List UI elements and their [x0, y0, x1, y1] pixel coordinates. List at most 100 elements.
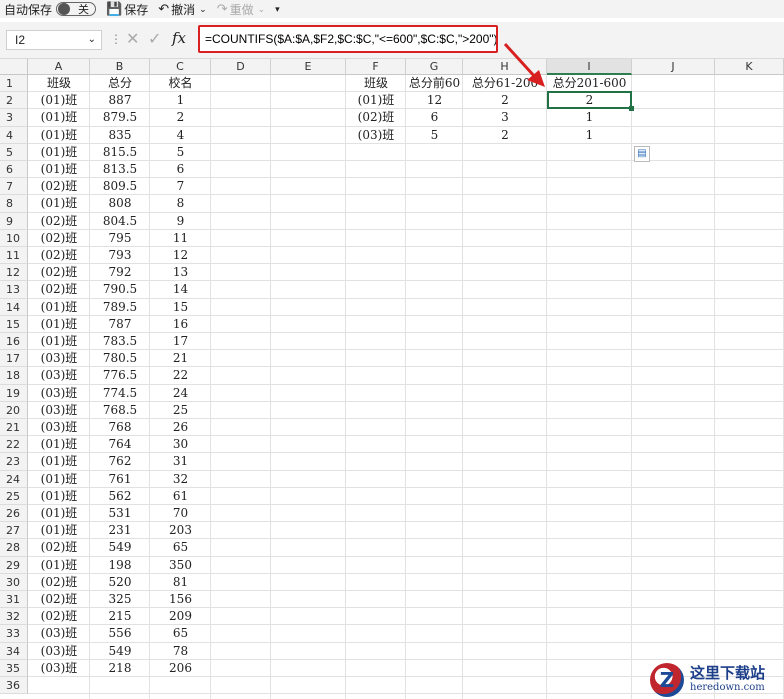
- data-cell[interactable]: 24: [150, 385, 211, 402]
- cancel-icon[interactable]: ✕: [126, 29, 139, 49]
- header-cell[interactable]: 总分: [90, 75, 150, 92]
- select-all-corner[interactable]: [0, 59, 28, 75]
- data-cell[interactable]: 31: [150, 453, 211, 470]
- data-cell[interactable]: 231: [90, 522, 150, 539]
- column-header-a[interactable]: A: [28, 59, 90, 75]
- row-header-32[interactable]: 32: [0, 608, 28, 626]
- data-cell[interactable]: 78: [150, 643, 211, 660]
- customize-toolbar-icon[interactable]: ▾: [275, 4, 280, 15]
- data-cell[interactable]: 16: [150, 316, 211, 333]
- summary-cell[interactable]: 3: [463, 109, 547, 126]
- formula-input[interactable]: =COUNTIFS($A:$A,$F2,$C:$C,"<=600",$C:$C,…: [198, 25, 498, 53]
- summary-cell[interactable]: 1: [547, 109, 632, 126]
- data-cell[interactable]: 2: [150, 109, 211, 126]
- data-cell[interactable]: 762: [90, 453, 150, 470]
- data-cell[interactable]: (01)班: [28, 488, 90, 505]
- data-cell[interactable]: 209: [150, 608, 211, 625]
- data-cell[interactable]: 203: [150, 522, 211, 539]
- summary-cell[interactable]: (02)班: [346, 109, 406, 126]
- data-cell[interactable]: (01)班: [28, 453, 90, 470]
- row-header-10[interactable]: 10: [0, 229, 28, 247]
- redo-icon[interactable]: ↷: [217, 1, 228, 17]
- data-cell[interactable]: 549: [90, 643, 150, 660]
- data-cell[interactable]: 761: [90, 471, 150, 488]
- header-cell[interactable]: 总分前60: [406, 75, 463, 92]
- more-options-icon[interactable]: ⋮: [110, 32, 122, 46]
- data-cell[interactable]: 17: [150, 333, 211, 350]
- data-cell[interactable]: 81: [150, 574, 211, 591]
- row-header-13[interactable]: 13: [0, 281, 28, 299]
- data-cell[interactable]: 764: [90, 436, 150, 453]
- row-header-31[interactable]: 31: [0, 591, 28, 609]
- redo-dropdown-icon[interactable]: ⌄: [258, 4, 266, 15]
- data-cell[interactable]: (02)班: [28, 539, 90, 556]
- row-header-14[interactable]: 14: [0, 298, 28, 316]
- row-header-3[interactable]: 3: [0, 109, 28, 127]
- row-header-1[interactable]: 1: [0, 75, 28, 93]
- data-cell[interactable]: (01)班: [28, 436, 90, 453]
- data-cell[interactable]: 549: [90, 539, 150, 556]
- data-cell[interactable]: 350: [150, 557, 211, 574]
- summary-cell[interactable]: 5: [406, 127, 463, 144]
- data-cell[interactable]: 789.5: [90, 299, 150, 316]
- chevron-down-icon[interactable]: ⌄: [88, 31, 96, 49]
- data-cell[interactable]: 70: [150, 505, 211, 522]
- undo-icon[interactable]: ↶: [158, 1, 169, 17]
- data-cell[interactable]: 206: [150, 660, 211, 677]
- row-header-18[interactable]: 18: [0, 367, 28, 385]
- data-cell[interactable]: (03)班: [28, 367, 90, 384]
- data-cell[interactable]: 795: [90, 230, 150, 247]
- data-cell[interactable]: 9: [150, 213, 211, 230]
- data-cell[interactable]: (01)班: [28, 92, 90, 109]
- data-cell[interactable]: 768: [90, 419, 150, 436]
- data-cell[interactable]: (01)班: [28, 522, 90, 539]
- data-cell[interactable]: 813.5: [90, 161, 150, 178]
- data-cell[interactable]: 198: [90, 557, 150, 574]
- row-header-35[interactable]: 35: [0, 659, 28, 677]
- row-header-34[interactable]: 34: [0, 642, 28, 660]
- data-cell[interactable]: 7: [150, 178, 211, 195]
- summary-cell[interactable]: 12: [406, 92, 463, 109]
- data-cell[interactable]: (01)班: [28, 471, 90, 488]
- data-cell[interactable]: 30: [150, 436, 211, 453]
- row-header-26[interactable]: 26: [0, 505, 28, 523]
- column-header-d[interactable]: D: [211, 59, 271, 75]
- row-header-9[interactable]: 9: [0, 212, 28, 230]
- data-cell[interactable]: 26: [150, 419, 211, 436]
- header-cell[interactable]: 班级: [346, 75, 406, 92]
- data-cell[interactable]: 783.5: [90, 333, 150, 350]
- data-cell[interactable]: 835: [90, 127, 150, 144]
- save-icon[interactable]: 💾: [106, 1, 122, 17]
- column-header-b[interactable]: B: [90, 59, 150, 75]
- paste-options-icon[interactable]: ▤: [634, 146, 650, 162]
- data-cell[interactable]: (01)班: [28, 109, 90, 126]
- data-cell[interactable]: (01)班: [28, 557, 90, 574]
- header-cell[interactable]: 总分201-600: [547, 75, 632, 92]
- data-cell[interactable]: (02)班: [28, 178, 90, 195]
- data-cell[interactable]: (03)班: [28, 385, 90, 402]
- data-cell[interactable]: 13: [150, 264, 211, 281]
- data-cell[interactable]: 22: [150, 367, 211, 384]
- autosave-toggle[interactable]: 关: [56, 2, 97, 16]
- data-cell[interactable]: 1: [150, 92, 211, 109]
- row-header-22[interactable]: 22: [0, 436, 28, 454]
- summary-cell[interactable]: 2: [463, 127, 547, 144]
- data-cell[interactable]: (03)班: [28, 350, 90, 367]
- row-header-28[interactable]: 28: [0, 539, 28, 557]
- data-cell[interactable]: (02)班: [28, 608, 90, 625]
- row-header-21[interactable]: 21: [0, 419, 28, 437]
- data-cell[interactable]: 774.5: [90, 385, 150, 402]
- undo-button[interactable]: 撤消: [171, 1, 195, 18]
- data-cell[interactable]: 15: [150, 299, 211, 316]
- column-header-j[interactable]: J: [632, 59, 715, 75]
- header-cell[interactable]: 总分61-200: [463, 75, 547, 92]
- data-cell[interactable]: 808: [90, 195, 150, 212]
- data-cell[interactable]: (01)班: [28, 161, 90, 178]
- row-header-33[interactable]: 33: [0, 625, 28, 643]
- row-header-30[interactable]: 30: [0, 573, 28, 591]
- data-cell[interactable]: (01)班: [28, 299, 90, 316]
- row-header-15[interactable]: 15: [0, 315, 28, 333]
- data-cell[interactable]: 776.5: [90, 367, 150, 384]
- data-cell[interactable]: 14: [150, 281, 211, 298]
- redo-button[interactable]: 重做: [230, 1, 254, 18]
